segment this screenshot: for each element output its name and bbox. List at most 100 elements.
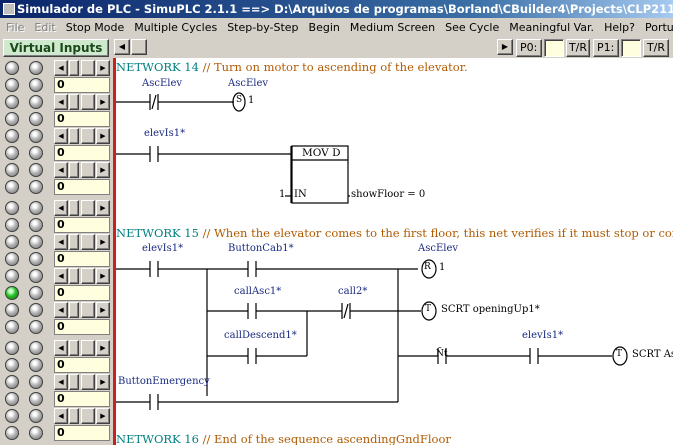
mini-left-arrow-icon[interactable]: ◀	[54, 408, 68, 424]
mini-right-arrow-icon[interactable]: ▶	[96, 200, 110, 216]
input-led-left-icon[interactable]	[5, 61, 19, 75]
input-led-left-icon[interactable]	[5, 95, 19, 109]
mini-right-arrow-icon[interactable]: ▶	[96, 268, 110, 284]
mini-scroll-track[interactable]	[81, 128, 95, 144]
menu-meaningful-var[interactable]: Meaningful Var.	[503, 18, 598, 37]
mini-scroll-thumb[interactable]	[69, 128, 79, 144]
mini-scroll-track[interactable]	[81, 60, 95, 76]
input-led-left-icon[interactable]	[5, 112, 19, 126]
input-analog-value[interactable]: 0	[54, 179, 110, 195]
menu-multiple-cycles[interactable]: Multiple Cycles	[128, 18, 221, 37]
mini-right-arrow-icon[interactable]: ▶	[96, 162, 110, 178]
input-led-left-icon[interactable]	[5, 252, 19, 266]
mini-scroll-track[interactable]	[81, 374, 95, 390]
input-led-right-icon[interactable]	[29, 235, 43, 249]
input-led-left-icon[interactable]	[5, 286, 19, 300]
mini-scroll-track[interactable]	[81, 340, 95, 356]
input-led-right-icon[interactable]	[29, 163, 43, 177]
input-analog-value[interactable]: 0	[54, 319, 110, 335]
input-analog-value[interactable]: 0	[54, 357, 110, 373]
input-analog-scrollbar[interactable]: ◀ ▶	[54, 408, 110, 424]
input-led-right-icon[interactable]	[29, 341, 43, 355]
mini-left-arrow-icon[interactable]: ◀	[54, 268, 68, 284]
input-led-right-icon[interactable]	[29, 286, 43, 300]
input-led-left-icon[interactable]	[5, 180, 19, 194]
mini-left-arrow-icon[interactable]: ◀	[54, 374, 68, 390]
input-analog-value[interactable]: 0	[54, 251, 110, 267]
input-led-right-icon[interactable]	[29, 409, 43, 423]
input-analog-scrollbar[interactable]: ◀ ▶	[54, 200, 110, 216]
mini-right-arrow-icon[interactable]: ▶	[96, 234, 110, 250]
input-analog-scrollbar[interactable]: ◀ ▶	[54, 60, 110, 76]
mini-scroll-thumb[interactable]	[69, 234, 79, 250]
input-analog-value[interactable]: 0	[54, 391, 110, 407]
input-analog-scrollbar[interactable]: ◀ ▶	[54, 128, 110, 144]
mini-scroll-thumb[interactable]	[69, 302, 79, 318]
input-led-right-icon[interactable]	[29, 392, 43, 406]
input-led-right-icon[interactable]	[29, 218, 43, 232]
menu-step-by-step[interactable]: Step-by-Step	[221, 18, 302, 37]
menu-file[interactable]: File	[0, 18, 28, 37]
input-led-left-icon[interactable]	[5, 201, 19, 215]
input-analog-scrollbar[interactable]: ◀ ▶	[54, 94, 110, 110]
input-led-left-icon[interactable]	[5, 235, 19, 249]
mini-left-arrow-icon[interactable]: ◀	[54, 302, 68, 318]
mini-scroll-track[interactable]	[81, 200, 95, 216]
input-led-left-icon[interactable]	[5, 375, 19, 389]
mini-left-arrow-icon[interactable]: ◀	[54, 340, 68, 356]
mini-scroll-thumb[interactable]	[69, 340, 79, 356]
mini-scroll-thumb[interactable]	[69, 200, 79, 216]
input-led-left-icon[interactable]	[5, 320, 19, 334]
input-analog-scrollbar[interactable]: ◀ ▶	[54, 268, 110, 284]
menu-help[interactable]: Help?	[598, 18, 639, 37]
input-analog-value[interactable]: 0	[54, 77, 110, 93]
mini-scroll-thumb[interactable]	[69, 408, 79, 424]
input-led-left-icon[interactable]	[5, 269, 19, 283]
input-led-left-icon[interactable]	[5, 129, 19, 143]
input-analog-value[interactable]: 0	[54, 145, 110, 161]
input-led-right-icon[interactable]	[29, 95, 43, 109]
input-led-left-icon[interactable]	[5, 303, 19, 317]
input-led-right-icon[interactable]	[29, 201, 43, 215]
menu-edit[interactable]: Edit	[28, 18, 59, 37]
menu-portugues[interactable]: Português	[639, 18, 673, 37]
mini-right-arrow-icon[interactable]: ▶	[96, 302, 110, 318]
scroll-left-arrow-icon[interactable]: ◀	[114, 39, 130, 55]
scroll-right-arrow-icon[interactable]: ▶	[497, 39, 513, 55]
mini-right-arrow-icon[interactable]: ▶	[96, 340, 110, 356]
p1-value-field[interactable]	[621, 39, 641, 57]
mini-right-arrow-icon[interactable]: ▶	[96, 128, 110, 144]
mini-left-arrow-icon[interactable]: ◀	[54, 200, 68, 216]
mini-left-arrow-icon[interactable]: ◀	[54, 60, 68, 76]
menu-medium-screen[interactable]: Medium Screen	[344, 18, 439, 37]
mini-scroll-thumb[interactable]	[69, 60, 79, 76]
input-led-right-icon[interactable]	[29, 252, 43, 266]
input-led-left-icon[interactable]	[5, 146, 19, 160]
input-led-right-icon[interactable]	[29, 129, 43, 143]
input-led-right-icon[interactable]	[29, 358, 43, 372]
input-led-right-icon[interactable]	[29, 375, 43, 389]
input-led-right-icon[interactable]	[29, 269, 43, 283]
input-analog-scrollbar[interactable]: ◀ ▶	[54, 340, 110, 356]
mini-scroll-thumb[interactable]	[69, 268, 79, 284]
mini-scroll-track[interactable]	[81, 268, 95, 284]
mini-scroll-track[interactable]	[81, 302, 95, 318]
mini-scroll-track[interactable]	[81, 408, 95, 424]
input-led-left-icon[interactable]	[5, 426, 19, 440]
p1-tr-button[interactable]: T/R	[643, 39, 669, 57]
input-led-right-icon[interactable]	[29, 61, 43, 75]
p0-value-field[interactable]	[544, 39, 564, 57]
input-led-left-icon[interactable]	[5, 358, 19, 372]
input-analog-value[interactable]: 0	[54, 217, 110, 233]
mini-scroll-thumb[interactable]	[69, 374, 79, 390]
input-led-left-icon[interactable]	[5, 341, 19, 355]
mini-left-arrow-icon[interactable]: ◀	[54, 128, 68, 144]
mini-scroll-thumb[interactable]	[69, 94, 79, 110]
menu-stop-mode[interactable]: Stop Mode	[60, 18, 128, 37]
menu-see-cycle[interactable]: See Cycle	[439, 18, 503, 37]
input-led-right-icon[interactable]	[29, 303, 43, 317]
virtual-inputs-button[interactable]: Virtual Inputs	[3, 39, 109, 57]
mov-block-title[interactable]: MOV D	[302, 147, 341, 159]
input-analog-scrollbar[interactable]: ◀ ▶	[54, 302, 110, 318]
mini-left-arrow-icon[interactable]: ◀	[54, 94, 68, 110]
